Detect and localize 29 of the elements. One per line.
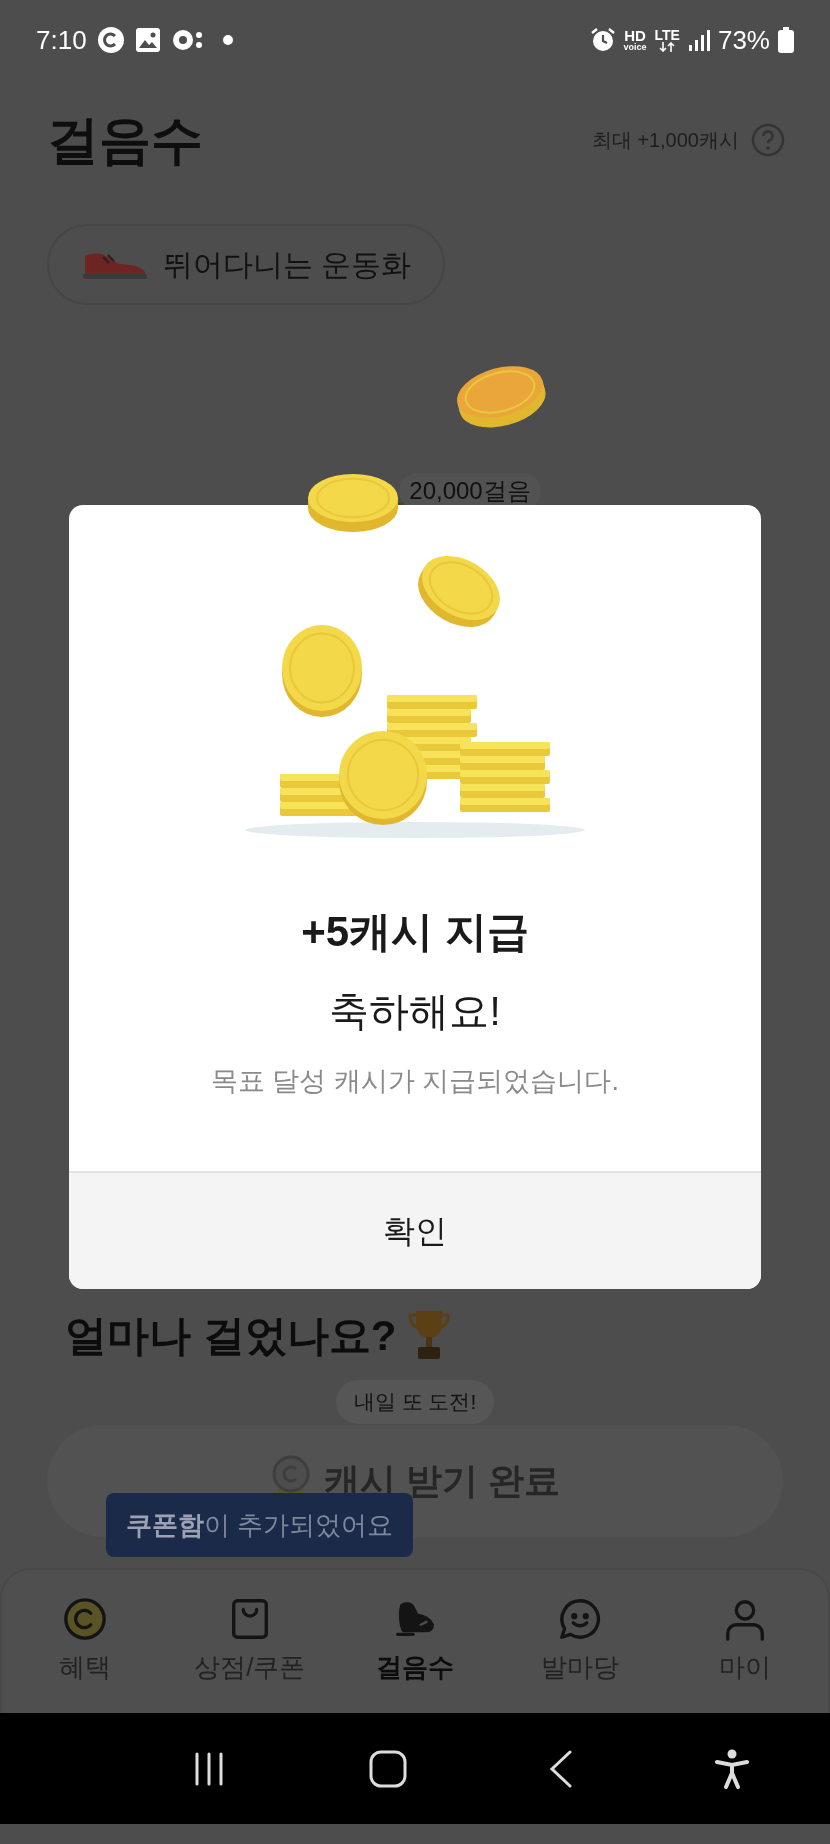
nav-tab[interactable]: 걸음수 xyxy=(332,1596,498,1687)
confirm-button[interactable]: 확인 xyxy=(69,1171,761,1289)
dialog-description: 목표 달성 캐시가 지급되었습니다. xyxy=(211,1065,619,1098)
home-icon[interactable] xyxy=(369,1749,407,1788)
page-title: 걸음수 xyxy=(47,110,203,171)
dialog-title: +5캐시 지급 xyxy=(301,907,529,957)
accessibility-icon[interactable] xyxy=(715,1748,749,1789)
alarm-icon xyxy=(589,27,616,53)
shoe-label: 뛰어다니는 운동화 xyxy=(163,247,412,283)
signal-icon xyxy=(687,29,710,51)
image-icon xyxy=(134,27,161,53)
hd-label: HD xyxy=(624,28,646,43)
status-time: 7:10 xyxy=(36,23,87,57)
coupon-toast: 쿠폰함이 추가되었어요 xyxy=(106,1493,414,1557)
dialog-message: 축하해요! xyxy=(329,988,501,1035)
section-heading: 얼마나 걸었나요? xyxy=(65,1310,397,1361)
challenge-tooltip: 내일 또 도전! xyxy=(335,1380,495,1424)
shoe-chip[interactable]: 뛰어다니는 운동화 xyxy=(47,224,446,305)
coin-icon xyxy=(61,1596,108,1642)
voice-label: voice xyxy=(623,43,647,52)
dot-icon xyxy=(222,35,233,45)
battery-percent: 73% xyxy=(717,23,770,57)
trophy-icon xyxy=(408,1309,451,1361)
copyright-icon xyxy=(96,26,125,54)
battery-icon xyxy=(778,27,794,53)
back-icon[interactable] xyxy=(549,1749,573,1788)
data-arrows-icon xyxy=(658,42,677,52)
record-icon xyxy=(170,28,205,52)
network-label: LTE xyxy=(654,28,680,42)
